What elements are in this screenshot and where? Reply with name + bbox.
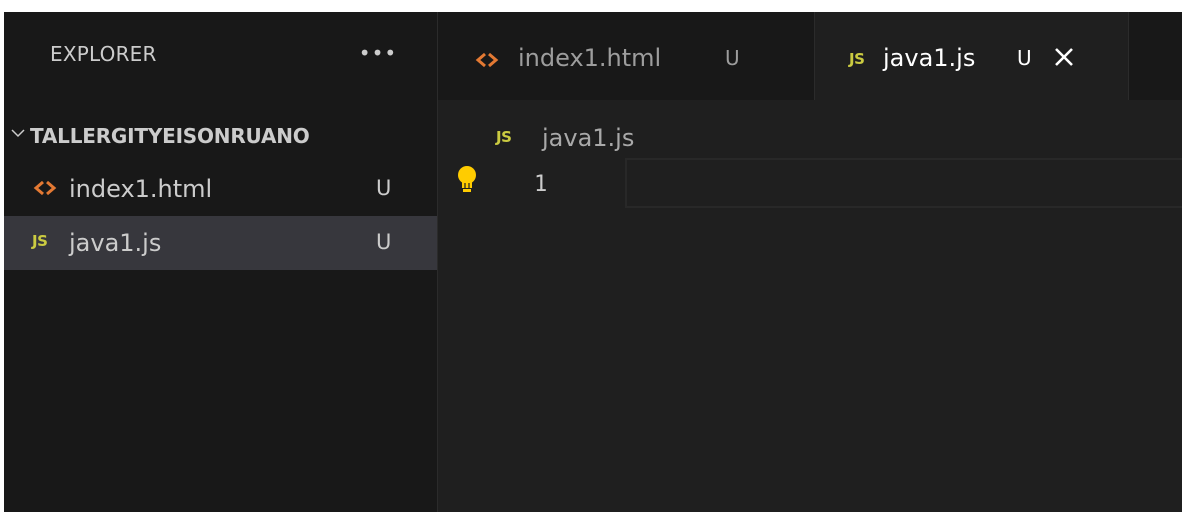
js-file-icon: JS [496, 128, 512, 146]
js-file-icon: JS [32, 232, 48, 250]
tab-label: java1.js [883, 44, 976, 72]
tab-java1-js[interactable]: JS java1.js U [815, 12, 1129, 100]
git-status-badge: U [376, 230, 392, 254]
more-actions-button[interactable]: ••• [358, 38, 398, 68]
git-status-badge: U [376, 176, 392, 200]
html-file-icon [33, 180, 57, 196]
tab-label: index1.html [518, 44, 662, 72]
explorer-title: EXPLORER [50, 42, 157, 66]
line-number: 1 [534, 172, 548, 197]
file-item-index1-html[interactable]: index1.html U [4, 162, 437, 216]
breadcrumb-file: java1.js [542, 124, 635, 152]
folder-name: TALLERGITYEISONRUANO [30, 124, 310, 148]
lightbulb-icon[interactable] [456, 164, 478, 196]
close-icon[interactable] [1051, 44, 1077, 70]
js-file-icon: JS [849, 50, 865, 68]
editor-area: index1.html U JS java1.js U JS java1.js [438, 12, 1182, 512]
file-name: index1.html [69, 175, 213, 203]
explorer-header: EXPLORER ••• [4, 12, 437, 98]
vscode-window: EXPLORER ••• TALLERGITYEISONRUANO index1… [4, 12, 1182, 512]
html-file-icon [475, 52, 499, 68]
tab-index1-html[interactable]: index1.html U [438, 12, 815, 100]
tab-bar: index1.html U JS java1.js U [438, 12, 1182, 100]
explorer-sidebar: EXPLORER ••• TALLERGITYEISONRUANO index1… [4, 12, 438, 512]
code-line[interactable] [625, 158, 1182, 208]
workspace-folder[interactable]: TALLERGITYEISONRUANO [4, 116, 437, 156]
git-status-badge: U [725, 46, 740, 70]
chevron-down-icon [11, 129, 25, 138]
git-status-badge: U [1017, 46, 1032, 70]
file-name: java1.js [69, 229, 162, 257]
file-item-java1-js[interactable]: JS java1.js U [4, 216, 437, 270]
